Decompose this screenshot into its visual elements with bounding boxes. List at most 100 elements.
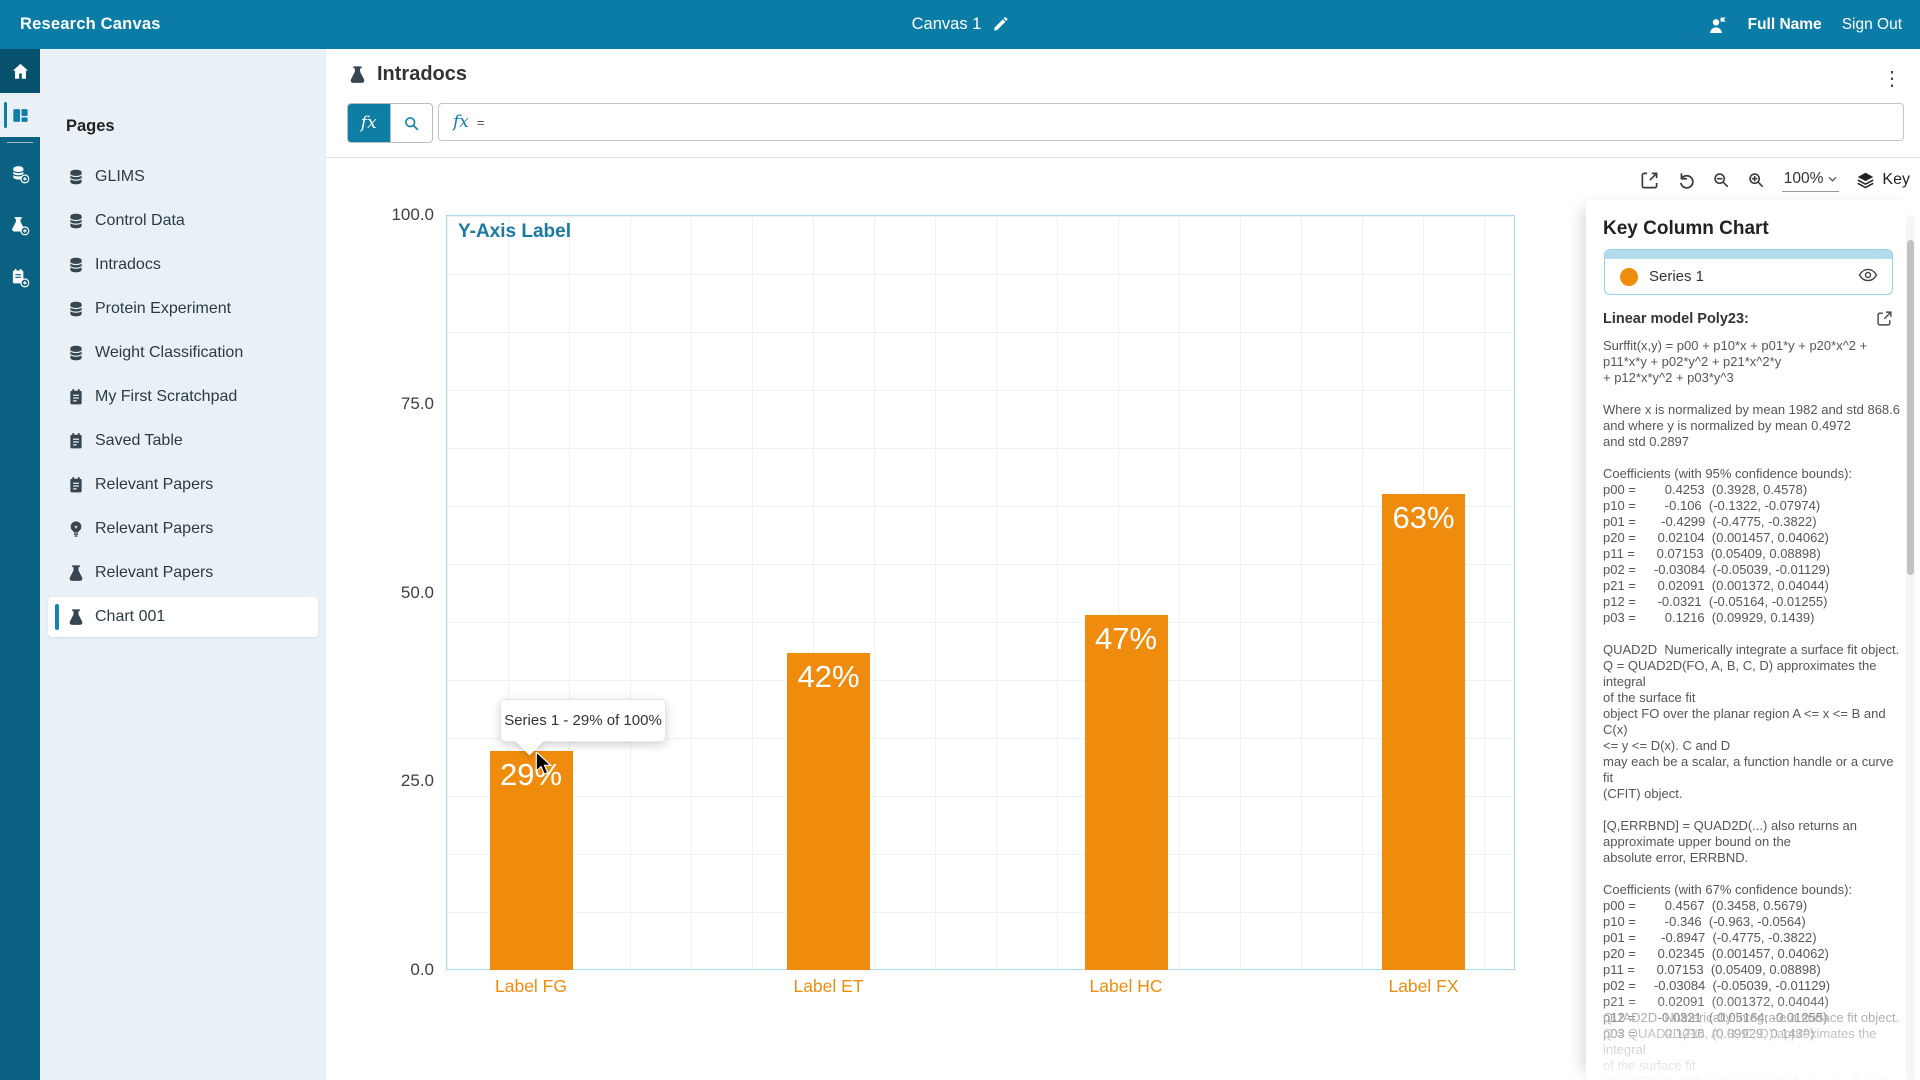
add-notebook-icon (10, 268, 30, 288)
sidebar-item-label: Saved Table (95, 432, 183, 450)
add-experiment-button[interactable] (0, 200, 40, 252)
sidebar-item-weight-classification[interactable]: Weight Classification (40, 331, 326, 375)
tooltip-text: Series 1 - 29% of 100% (504, 712, 662, 729)
y-axis-tick: 0.0 (364, 960, 434, 980)
user-icon[interactable] (1708, 16, 1728, 34)
zoom-out-icon[interactable] (1712, 171, 1730, 189)
nav-canvases[interactable] (0, 93, 40, 137)
bar-value-label: 29% (500, 757, 562, 970)
bar-value-label: 63% (1392, 500, 1454, 970)
panel-scrollbar-thumb[interactable] (1907, 240, 1914, 575)
database-icon (67, 168, 85, 186)
sidebar-item-protein-experiment[interactable]: Protein Experiment (40, 287, 326, 331)
sidebar-item-label: Intradocs (95, 256, 161, 274)
model-title: Linear model Poly23: (1603, 311, 1749, 327)
canvas-title-group: Canvas 1 (912, 15, 1009, 34)
eye-visibility-icon[interactable] (1858, 268, 1878, 282)
sidebar-item-relevant-papers[interactable]: Relevant Papers (40, 507, 326, 551)
flask-icon (348, 65, 367, 84)
chart-toolbar: 100% Key (1630, 163, 1910, 197)
selected-indicator (4, 102, 7, 128)
zoom-level-value: 100% (1784, 170, 1824, 188)
top-bar-right: Full Name Sign Out (1708, 16, 1902, 34)
page-title-row: Intradocs (348, 63, 467, 86)
bar-label-et[interactable]: 42% (787, 653, 870, 970)
top-bar: Research Canvas Canvas 1 Full Name Sign … (0, 0, 1920, 49)
sidebar-item-glims[interactable]: GLIMS (40, 155, 326, 199)
sidebar-item-my-first-scratchpad[interactable]: My First Scratchpad (40, 375, 326, 419)
panel-scrollbar[interactable] (1906, 215, 1915, 1080)
add-data-button[interactable] (0, 148, 40, 200)
sidebar-item-label: Relevant Papers (95, 476, 213, 494)
zoom-level-dropdown[interactable]: 100% (1782, 168, 1840, 192)
add-data-icon (10, 164, 30, 184)
sidebar-item-relevant-papers[interactable]: Relevant Papers (40, 551, 326, 595)
add-notebook-button[interactable] (0, 252, 40, 304)
formula-input[interactable]: fx = (438, 103, 1904, 141)
notebook-icon (67, 388, 85, 406)
divider (326, 157, 1920, 158)
key-panel: Key Column Chart Series 1 Linear model P… (1586, 200, 1920, 1080)
zoom-in-icon[interactable] (1747, 171, 1765, 189)
flask-icon (67, 564, 85, 582)
series-color-swatch (1620, 268, 1638, 286)
open-external-icon[interactable] (1876, 310, 1893, 327)
sidebar-item-label: Relevant Papers (95, 520, 213, 538)
chart-plot-area[interactable] (446, 215, 1515, 970)
more-options-kebab-icon[interactable]: ⋮ (1880, 64, 1904, 92)
sidebar-item-label: Control Data (95, 212, 185, 230)
series-legend-card[interactable]: Series 1 (1604, 249, 1893, 295)
bar-label-fx[interactable]: 63% (1382, 494, 1465, 970)
edit-pencil-icon[interactable] (991, 16, 1008, 33)
expand-chart-icon[interactable] (1640, 171, 1659, 190)
sign-out-link[interactable]: Sign Out (1842, 16, 1902, 34)
database-icon (67, 300, 85, 318)
rail-divider (7, 142, 33, 143)
user-name[interactable]: Full Name (1748, 16, 1822, 34)
sidebar-item-label: Protein Experiment (95, 300, 231, 318)
search-mode-button[interactable] (390, 104, 433, 142)
sidebar-item-label: Relevant Papers (95, 564, 213, 582)
bar-label-hc[interactable]: 47% (1085, 615, 1168, 970)
pages-list: GLIMS Control Data Intradocs Protein Experi… (40, 155, 326, 639)
model-title-row: Linear model Poly23: (1603, 310, 1893, 327)
sidebar-item-control-data[interactable]: Control Data (40, 199, 326, 243)
chart-tooltip: Series 1 - 29% of 100% (500, 699, 666, 742)
nav-home[interactable] (0, 49, 40, 93)
bar-value-label: 47% (1095, 621, 1157, 970)
fx-mode-button[interactable]: fx (348, 104, 390, 142)
canvas-icon (11, 106, 30, 125)
pages-sidebar: Pages GLIMSControl DataIntradocsProtein … (40, 49, 326, 1080)
x-axis-category-label: Label ET (759, 976, 899, 997)
sidebar-item-intradocs[interactable]: Intradocs (40, 243, 326, 287)
y-axis-tick: 50.0 (364, 583, 434, 603)
sidebar-item-saved-table[interactable]: Saved Table (40, 419, 326, 463)
notebook-icon (67, 432, 85, 450)
series-name: Series 1 (1649, 268, 1704, 285)
model-body-faded: QUAD2D Numerically integrate a surface f… (1603, 1010, 1903, 1080)
sidebar-item-relevant-papers[interactable]: Relevant Papers (40, 463, 326, 507)
database-icon (67, 344, 85, 362)
search-icon (403, 115, 420, 132)
sidebar-item-chart-001[interactable]: Chart 001 (48, 597, 318, 637)
layers-icon (1856, 171, 1875, 190)
add-experiment-icon (10, 216, 30, 236)
sidebar-item-label: Weight Classification (95, 344, 243, 362)
canvas-name: Canvas 1 (912, 15, 982, 34)
equals-sign: = (477, 115, 485, 130)
research-canvas-app: Research Canvas Canvas 1 Full Name Sign … (0, 0, 1920, 1080)
flask-icon (67, 608, 85, 626)
y-axis-tick: 25.0 (364, 771, 434, 791)
reset-view-icon[interactable] (1676, 171, 1695, 190)
home-icon (11, 62, 30, 81)
sidebar-item-label: My First Scratchpad (95, 388, 237, 406)
bar-label-fg[interactable]: 29% (490, 751, 573, 970)
y-axis-tick: 100.0 (364, 205, 434, 225)
key-toggle-button[interactable]: Key (1856, 171, 1910, 190)
y-axis-tick: 75.0 (364, 394, 434, 414)
sidebar-item-label: GLIMS (95, 168, 145, 186)
lightbulb-icon (67, 520, 85, 538)
mouse-cursor (534, 752, 555, 775)
x-axis-category-label: Label FX (1354, 976, 1494, 997)
sidebar-item-label: Chart 001 (95, 608, 165, 626)
